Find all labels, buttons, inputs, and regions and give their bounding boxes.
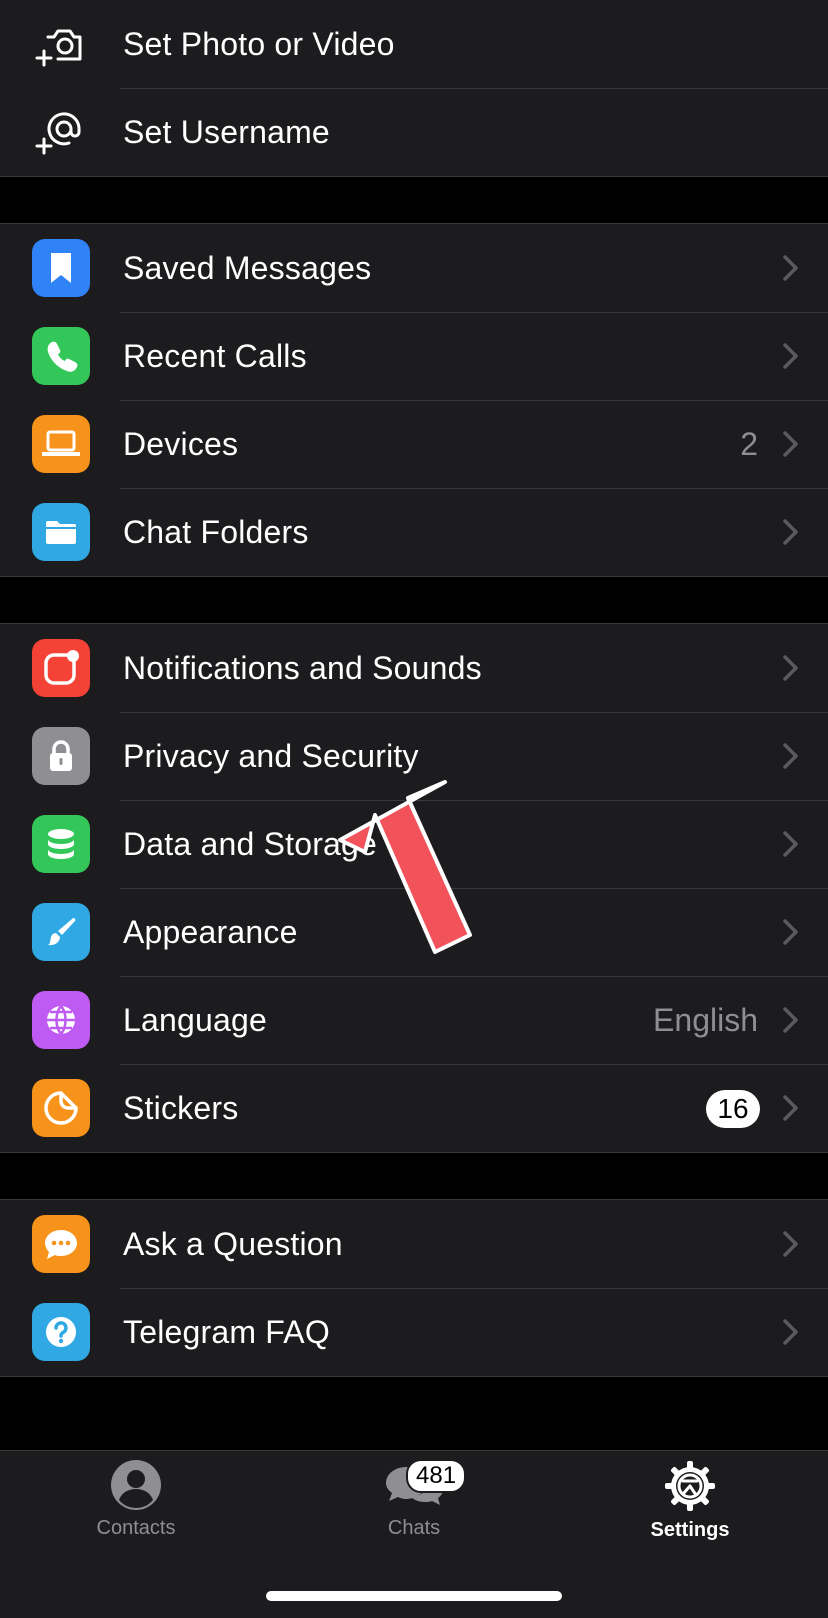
privacy-security-row[interactable]: Privacy and Security <box>0 712 828 800</box>
stickers-label: Stickers <box>123 1089 239 1126</box>
chevron-right-icon <box>783 431 798 457</box>
chevron-right-icon <box>783 1231 798 1257</box>
chevron-right-icon <box>783 919 798 945</box>
database-icon <box>32 815 90 873</box>
laptop-icon <box>32 415 90 473</box>
saved-messages-row[interactable]: Saved Messages <box>0 224 828 312</box>
camera-add-icon <box>32 15 90 73</box>
sticker-icon <box>32 1079 90 1137</box>
set-photo-row[interactable]: Set Photo or Video <box>0 0 828 88</box>
tab-chats[interactable]: 481 Chats <box>334 1459 494 1540</box>
profile-group: Set Photo or Video Set Username <box>0 0 828 177</box>
chat-folders-label: Chat Folders <box>123 513 309 550</box>
brush-icon <box>32 903 90 961</box>
tab-settings-label: Settings <box>650 1519 730 1541</box>
tab-chats-label: Chats <box>387 1517 441 1539</box>
saved-messages-label: Saved Messages <box>123 249 372 286</box>
chevron-right-icon <box>783 743 798 769</box>
person-icon <box>111 1460 161 1510</box>
devices-row[interactable]: Devices 2 <box>0 400 828 488</box>
data-storage-label: Data and Storage <box>123 825 378 862</box>
recent-calls-row[interactable]: Recent Calls <box>0 312 828 400</box>
language-value: English <box>653 1001 758 1038</box>
globe-icon <box>32 991 90 1049</box>
notification-icon <box>32 639 90 697</box>
language-label: Language <box>123 1001 267 1038</box>
gear-icon <box>665 1461 715 1511</box>
home-indicator[interactable] <box>266 1591 562 1601</box>
bookmark-icon <box>32 239 90 297</box>
language-row[interactable]: Language English <box>0 976 828 1064</box>
set-username-label: Set Username <box>123 113 330 150</box>
chat-bubble-icon <box>32 1215 90 1273</box>
chevron-right-icon <box>783 343 798 369</box>
section-gap <box>0 177 828 223</box>
chevron-right-icon <box>783 1319 798 1345</box>
telegram-faq-label: Telegram FAQ <box>123 1313 330 1350</box>
settings-group-1: Saved Messages Recent Calls Devices 2 Ch… <box>0 223 828 577</box>
telegram-faq-row[interactable]: Telegram FAQ <box>0 1288 828 1376</box>
settings-group-3: Ask a Question Telegram FAQ <box>0 1199 828 1377</box>
question-icon <box>32 1303 90 1361</box>
notifications-row[interactable]: Notifications and Sounds <box>0 624 828 712</box>
tab-contacts-label: Contacts <box>96 1517 176 1539</box>
chat-folders-row[interactable]: Chat Folders <box>0 488 828 576</box>
set-username-row[interactable]: Set Username <box>0 88 828 176</box>
notifications-label: Notifications and Sounds <box>123 649 482 686</box>
folder-icon <box>32 503 90 561</box>
devices-count: 2 <box>740 425 758 462</box>
ask-question-row[interactable]: Ask a Question <box>0 1200 828 1288</box>
chevron-right-icon <box>783 1095 798 1121</box>
recent-calls-label: Recent Calls <box>123 337 307 374</box>
chevron-right-icon <box>783 519 798 545</box>
stickers-row[interactable]: Stickers 16 <box>0 1064 828 1152</box>
at-add-icon <box>32 103 90 161</box>
chevron-right-icon <box>783 655 798 681</box>
chats-unread-badge: 481 <box>406 1459 467 1493</box>
tab-settings[interactable]: Settings <box>610 1459 770 1542</box>
section-gap <box>0 1153 828 1199</box>
stickers-count-badge: 16 <box>706 1090 760 1128</box>
lock-icon <box>32 727 90 785</box>
set-photo-label: Set Photo or Video <box>123 25 395 62</box>
privacy-security-label: Privacy and Security <box>123 737 419 774</box>
chevron-right-icon <box>783 831 798 857</box>
appearance-row[interactable]: Appearance <box>0 888 828 976</box>
chevron-right-icon <box>783 1007 798 1033</box>
devices-label: Devices <box>123 425 239 462</box>
settings-group-2: Notifications and Sounds Privacy and Sec… <box>0 623 828 1153</box>
section-gap <box>0 577 828 623</box>
phone-icon <box>32 327 90 385</box>
chevron-right-icon <box>783 255 798 281</box>
tab-contacts[interactable]: Contacts <box>56 1459 216 1540</box>
appearance-label: Appearance <box>123 913 298 950</box>
ask-question-label: Ask a Question <box>123 1225 343 1262</box>
data-storage-row[interactable]: Data and Storage <box>0 800 828 888</box>
